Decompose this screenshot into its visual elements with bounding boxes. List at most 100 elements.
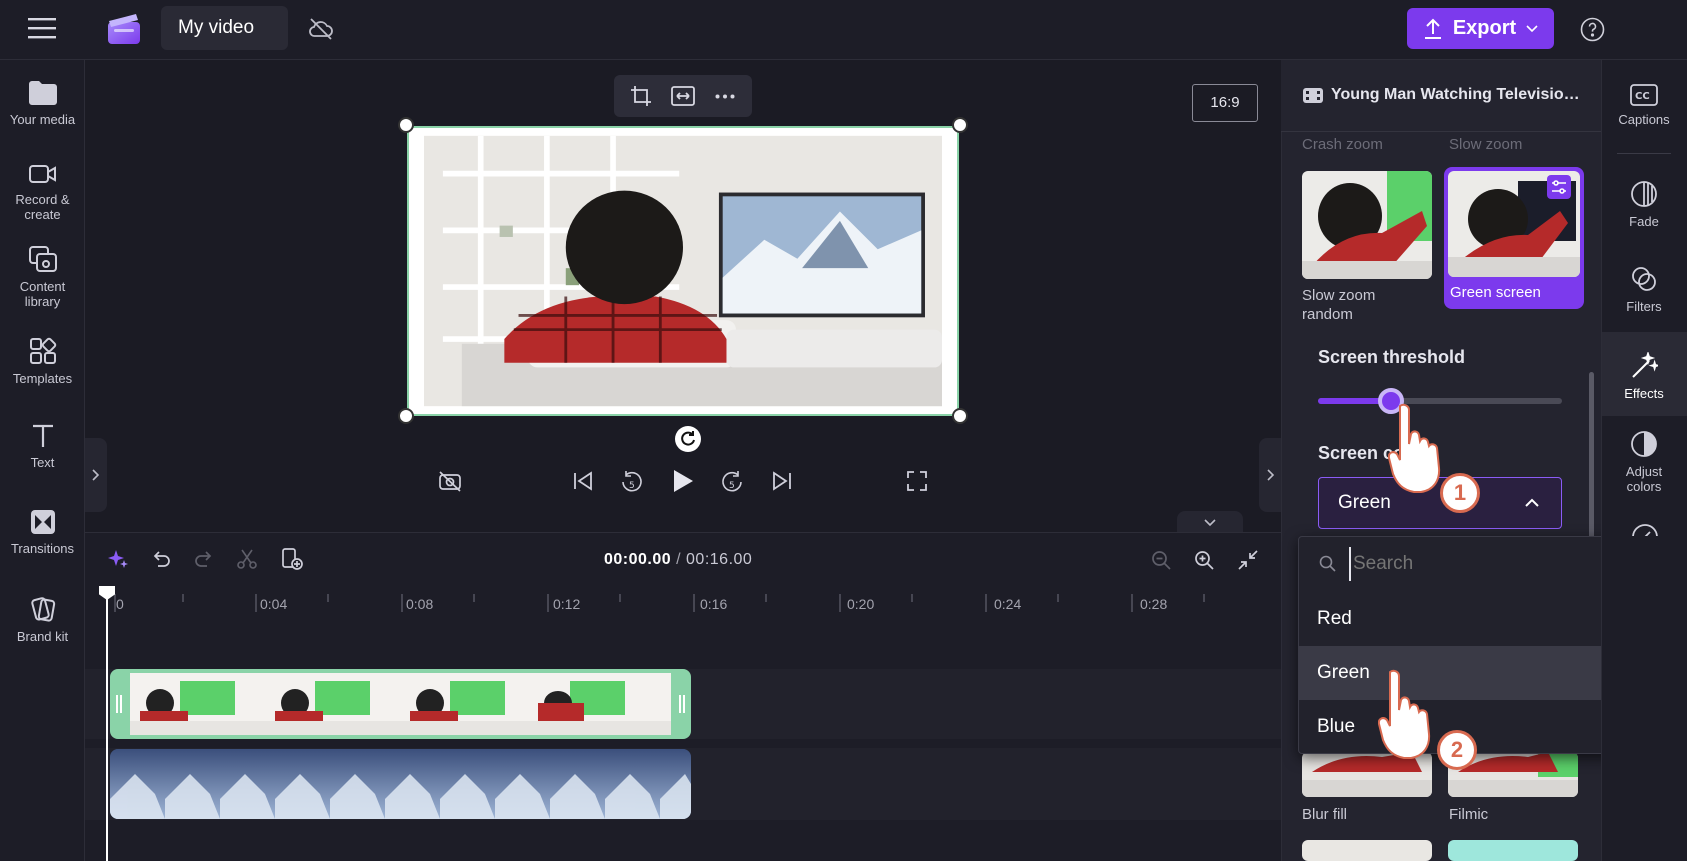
clip-trim-handle-right[interactable]	[679, 695, 685, 713]
nav-label: Transitions	[10, 541, 75, 556]
playhead[interactable]	[106, 586, 108, 861]
expand-right-panel-button[interactable]	[1259, 438, 1281, 512]
nav-label: Captions	[1618, 112, 1670, 127]
ruler-tick-label: 0:08	[406, 596, 434, 612]
clip-trim-handle-left[interactable]	[116, 695, 122, 713]
panel-scrollbar[interactable]	[1589, 372, 1594, 547]
collapse-preview-button[interactable]	[1177, 511, 1243, 533]
step-callout: 2	[1437, 730, 1477, 770]
background-video-clip[interactable]	[110, 749, 691, 819]
effect-label: Green screen	[1450, 284, 1541, 301]
fit-icon[interactable]	[671, 86, 695, 106]
fit-timeline-icon[interactable]	[1238, 550, 1258, 570]
resize-handle[interactable]	[398, 117, 414, 133]
resize-handle[interactable]	[398, 408, 414, 424]
ruler-tick-label: 0	[116, 596, 124, 612]
effect-tile-slow-zoom-random[interactable]	[1302, 171, 1432, 279]
export-button[interactable]: Export	[1407, 8, 1554, 49]
svg-text:5: 5	[629, 481, 635, 491]
ruler-tick-label: 0:16	[700, 596, 728, 612]
current-time: 00:00.00	[604, 551, 672, 568]
chevron-right-icon	[1267, 469, 1275, 481]
undo-icon[interactable]	[151, 549, 171, 569]
clip-thumbnails	[130, 673, 671, 735]
chevron-down-icon	[1204, 519, 1216, 527]
nav-label: Record & create	[15, 192, 70, 222]
nav-label: Fade	[1629, 214, 1659, 229]
nav-record-create[interactable]: Record & create	[0, 162, 85, 222]
hamburger-menu-icon[interactable]	[28, 16, 56, 40]
cloud-off-icon[interactable]	[308, 17, 334, 41]
resize-handle[interactable]	[952, 408, 968, 424]
step-callout: 1	[1440, 473, 1480, 513]
green-screen-clip[interactable]	[110, 669, 691, 739]
nav-label: Filters	[1626, 299, 1662, 314]
effects-icon	[1632, 352, 1658, 378]
effect-tile-green-screen[interactable]: Green screen	[1444, 167, 1584, 309]
nav-brand-kit[interactable]: Brand kit	[0, 595, 85, 644]
redo-icon[interactable]	[194, 549, 214, 569]
nav-filters[interactable]: Filters	[1601, 265, 1687, 314]
transitions-icon	[30, 510, 55, 534]
skip-back-icon[interactable]	[573, 471, 593, 491]
camera-off-icon[interactable]	[438, 470, 462, 492]
ruler-tick-label: 0:12	[553, 596, 581, 612]
export-label: Export	[1452, 17, 1517, 39]
video-preview[interactable]	[407, 126, 959, 416]
magic-sparkle-icon[interactable]	[107, 548, 129, 570]
help-icon[interactable]	[1580, 17, 1605, 42]
svg-text:CC: CC	[1635, 91, 1650, 102]
nav-label: Your media	[9, 112, 76, 127]
fullscreen-icon[interactable]	[907, 471, 927, 491]
split-scissors-icon[interactable]	[236, 548, 258, 570]
chevron-up-icon	[1525, 498, 1539, 507]
captions-icon: CC	[1630, 84, 1658, 106]
upload-icon	[1424, 18, 1441, 39]
camera-icon	[28, 165, 56, 183]
skip-forward-icon[interactable]	[772, 471, 792, 491]
chevron-down-icon	[1526, 24, 1538, 32]
preview-toolbar	[614, 75, 752, 117]
nav-transitions[interactable]: Transitions	[0, 509, 85, 556]
nav-label: Brand kit	[16, 629, 69, 644]
effect-tile[interactable]	[1302, 840, 1432, 861]
crop-icon[interactable]	[630, 85, 652, 107]
nav-content-library[interactable]: Content library	[0, 245, 85, 309]
play-icon[interactable]	[672, 469, 694, 493]
add-clip-icon[interactable]	[280, 547, 304, 571]
clip-thumbnails	[110, 749, 691, 819]
nav-templates[interactable]: Templates	[0, 337, 85, 386]
more-options-icon[interactable]	[715, 94, 735, 99]
nav-fade[interactable]: Fade	[1601, 180, 1687, 229]
brand-kit-icon	[30, 597, 55, 622]
pointer-hand-icon	[1388, 402, 1444, 498]
time-display: 00:00.00 / 00:16.00	[604, 551, 752, 569]
nav-adjust-colors[interactable]: Adjust colors	[1601, 430, 1687, 494]
rotate-handle-icon[interactable]	[675, 426, 701, 452]
forward-5-icon[interactable]: 5	[720, 469, 744, 495]
rewind-5-icon[interactable]: 5	[620, 469, 644, 495]
time-separator: /	[676, 551, 682, 568]
adjust-colors-icon	[1631, 431, 1657, 457]
settings-sliders-icon[interactable]	[1547, 175, 1571, 199]
effect-label: Blur fill	[1302, 806, 1348, 823]
text-icon	[32, 424, 53, 447]
folder-icon	[28, 81, 57, 105]
resize-handle[interactable]	[952, 117, 968, 133]
speed-icon[interactable]	[1630, 522, 1660, 536]
nav-captions[interactable]: CC Captions	[1601, 84, 1687, 127]
library-icon	[28, 246, 57, 272]
nav-your-media[interactable]: Your media	[0, 80, 85, 127]
aspect-ratio-button[interactable]: 16:9	[1192, 84, 1258, 122]
effect-tile[interactable]	[1448, 840, 1578, 861]
zoom-out-icon[interactable]	[1151, 550, 1171, 570]
nav-text[interactable]: Text	[0, 423, 85, 470]
effect-label: Filmic	[1449, 806, 1489, 823]
expand-left-panel-button[interactable]	[85, 438, 107, 512]
nav-label: Templates	[12, 371, 73, 386]
pointer-hand-icon	[1378, 668, 1434, 764]
nav-effects[interactable]: Effects	[1601, 352, 1687, 401]
nav-label: Text	[30, 455, 55, 470]
zoom-in-icon[interactable]	[1194, 550, 1214, 570]
project-title[interactable]: My video	[161, 6, 288, 50]
